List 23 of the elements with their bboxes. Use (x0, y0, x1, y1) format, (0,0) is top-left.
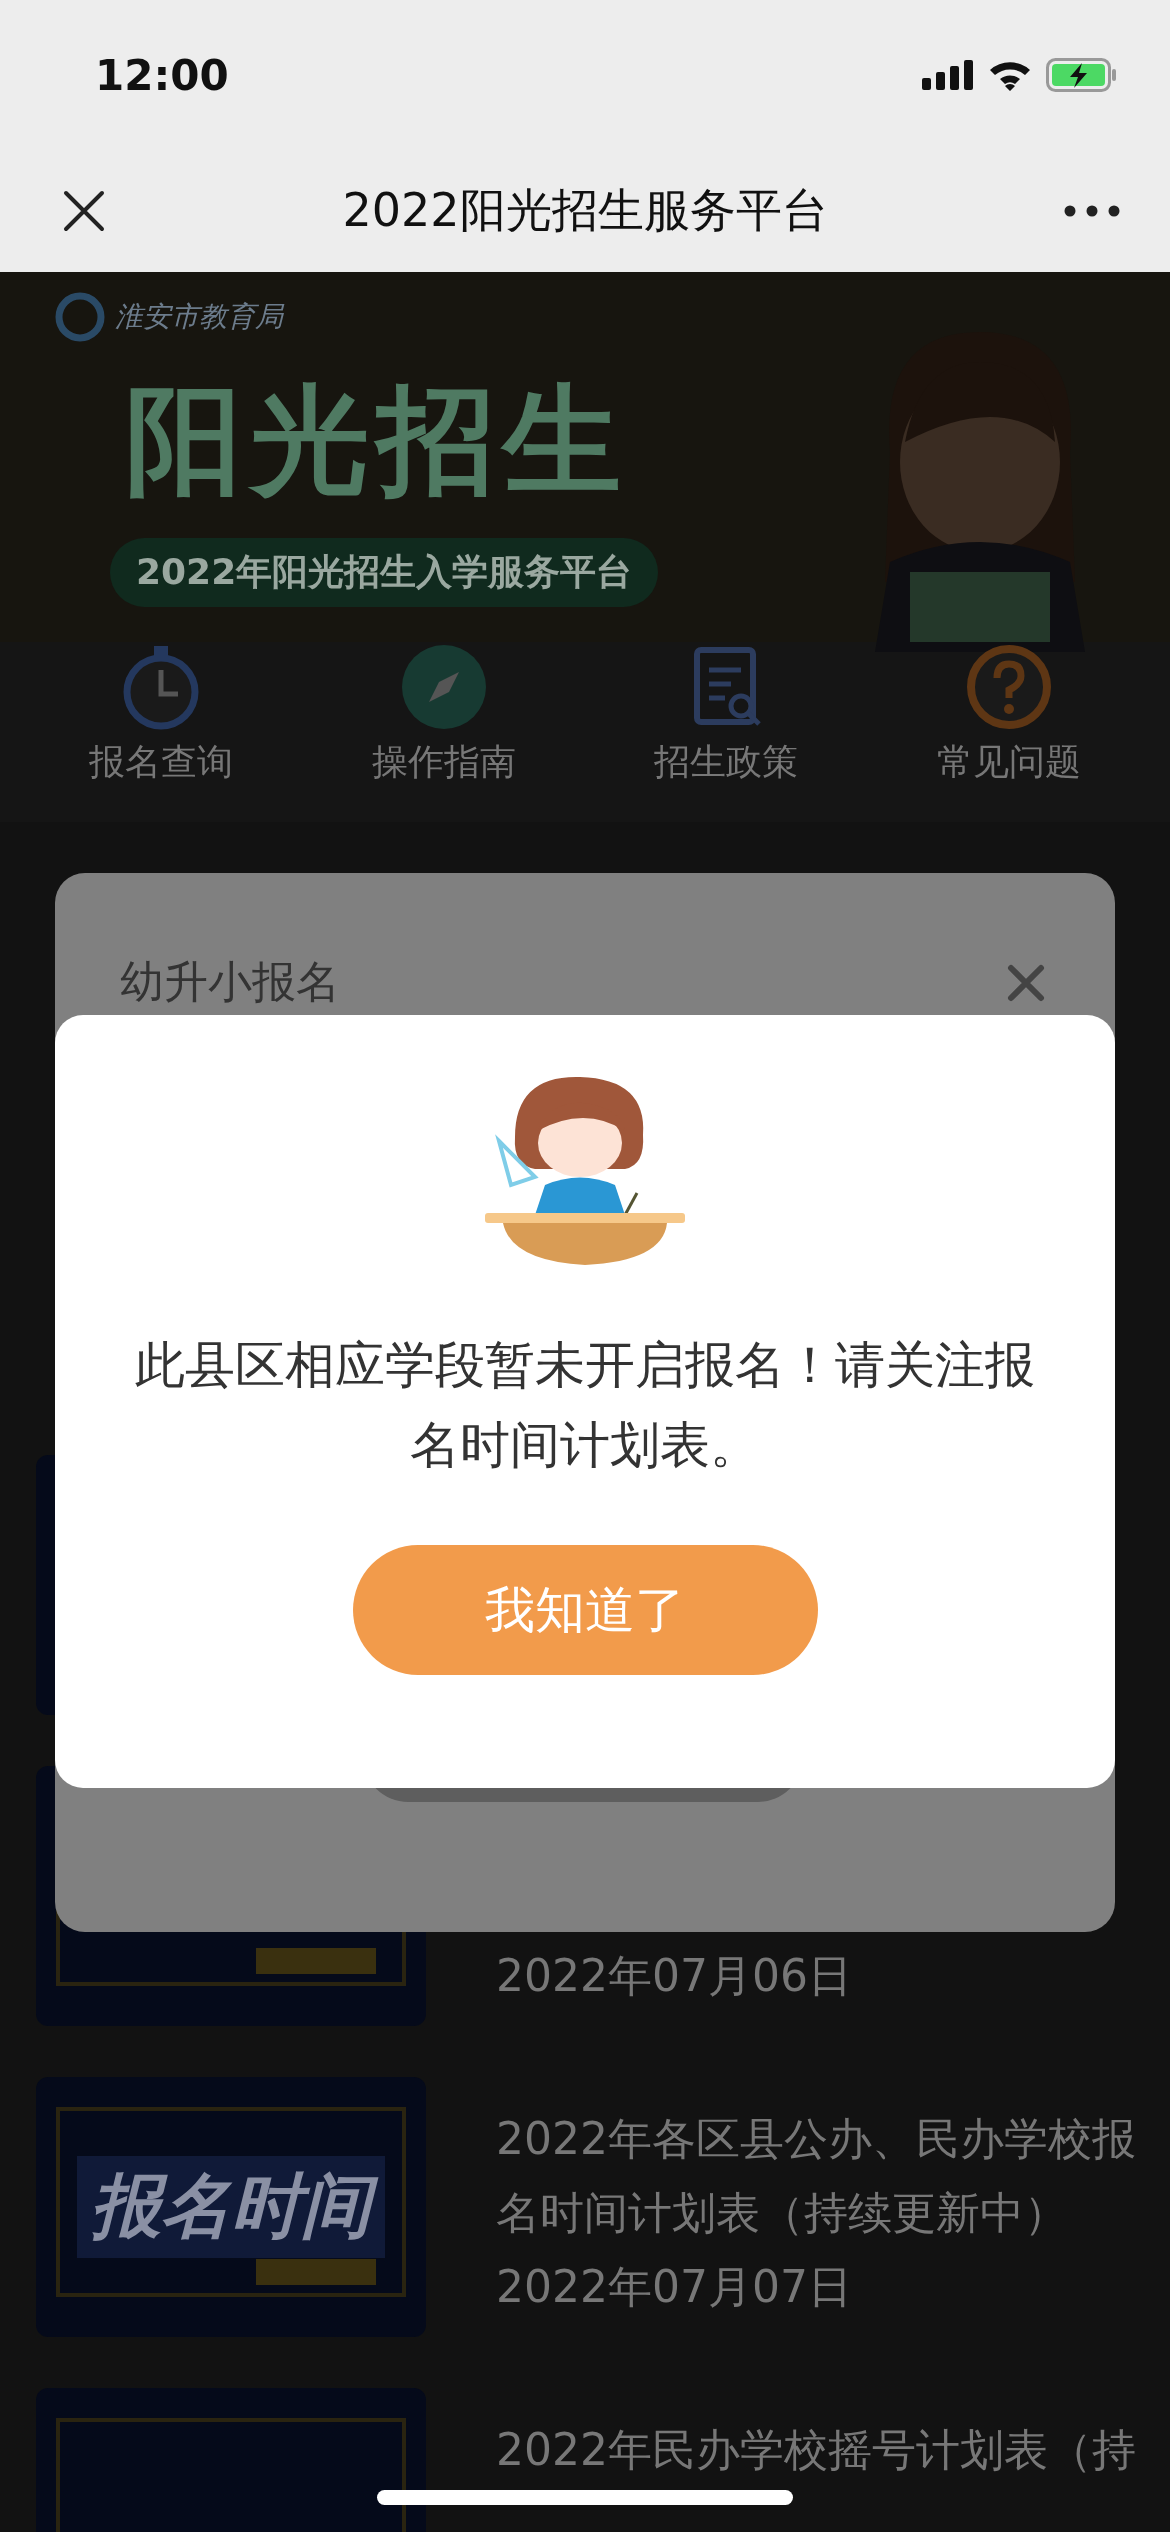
confirm-button[interactable]: 我知道了 (352, 1545, 818, 1675)
status-time: 12:00 (95, 50, 229, 100)
org-name: 淮安市教育局 (115, 299, 283, 335)
article-date: 2022年07月06日 (496, 1949, 853, 2003)
page-title: 2022阳光招生服务平台 (342, 182, 828, 239)
shortcut-button[interactable]: 报名查询 (89, 642, 234, 822)
banner-subtitle: 2022年阳光招生入学服务平台 (110, 538, 659, 607)
modal-title: 幼升小报名 (120, 955, 340, 1009)
article-title[interactable]: 2022年民办学校摇号计划表（持 (496, 2413, 1136, 2487)
signal-icon (922, 60, 974, 90)
more-icon[interactable] (1064, 205, 1120, 217)
battery-icon (1046, 58, 1118, 92)
emblem-icon (55, 292, 105, 342)
shortcut-button[interactable]: 招生政策 (654, 642, 799, 822)
alert-message: 此县区相应学段暂未开启报名！请关注报名时间计划表。 (134, 1335, 1036, 1476)
shortcut-button[interactable]: 操作指南 (371, 642, 516, 822)
wifi-icon (988, 59, 1032, 91)
close-icon[interactable] (62, 189, 106, 233)
banner-headline: 阳光招生 (125, 370, 629, 511)
shortcut-button[interactable]: 常见问题 (936, 642, 1081, 822)
article-title[interactable]: 2022年各区县公办、民办学校报名时间计划表（持续更新中） (496, 2102, 1136, 2250)
article-date: 2022年07月07日 (496, 2260, 853, 2314)
thumbnail-title: 报名时间 (77, 2156, 385, 2258)
